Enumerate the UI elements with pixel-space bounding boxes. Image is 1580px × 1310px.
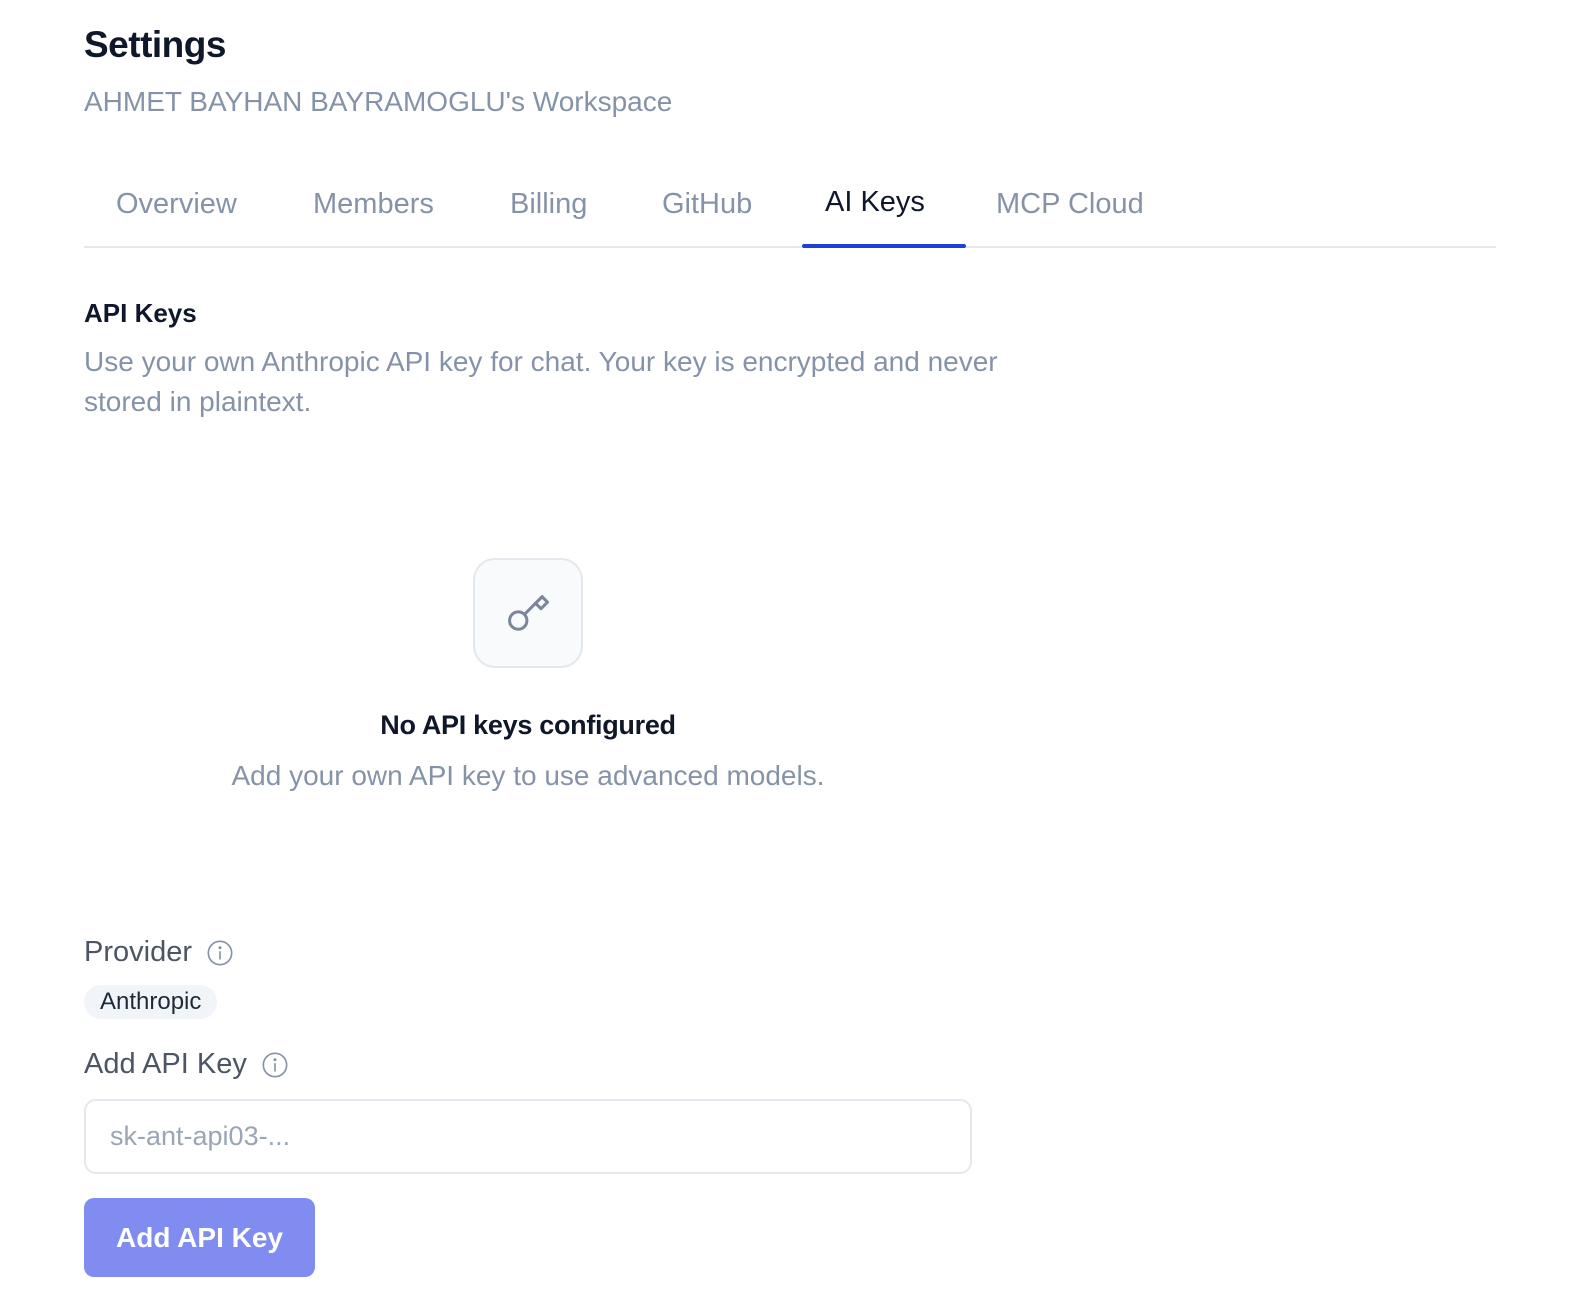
tab-overview[interactable]: Overview: [116, 188, 237, 221]
empty-state-icon-box: [473, 558, 583, 668]
tab-mcp-cloud[interactable]: MCP Cloud: [996, 188, 1144, 221]
tab-billing[interactable]: Billing: [510, 188, 587, 221]
workspace-name: AHMET BAYHAN BAYRAMOGLU's Workspace: [84, 86, 673, 117]
page-title: Settings: [84, 24, 226, 65]
section-title: API Keys: [84, 298, 197, 328]
section-description: Use your own Anthropic API key for chat.…: [84, 346, 998, 417]
api-key-input[interactable]: [84, 1099, 972, 1174]
tab-github[interactable]: GitHub: [662, 188, 752, 221]
settings-tabs: Overview Members Billing GitHub AI Keys …: [84, 170, 1496, 248]
key-icon: [508, 595, 550, 631]
tab-ai-keys[interactable]: AI Keys: [825, 186, 925, 219]
tab-members[interactable]: Members: [313, 188, 434, 221]
add-key-label-text: Add API Key: [84, 1048, 247, 1080]
add-key-label: Add API Key: [84, 1048, 289, 1081]
active-tab-indicator: [802, 244, 966, 248]
add-api-key-button[interactable]: Add API Key: [84, 1198, 315, 1277]
add-key-info-icon[interactable]: [261, 1051, 289, 1079]
provider-label-text: Provider: [84, 936, 192, 968]
provider-badge[interactable]: Anthropic: [84, 985, 218, 1019]
settings-page: Settings AHMET BAYHAN BAYRAMOGLU's Works…: [0, 0, 1580, 1310]
empty-state-title: No API keys configured: [380, 710, 676, 740]
provider-label: Provider: [84, 936, 234, 969]
provider-info-icon[interactable]: [206, 939, 234, 967]
empty-state-description: Add your own API key to use advanced mod…: [231, 760, 825, 791]
